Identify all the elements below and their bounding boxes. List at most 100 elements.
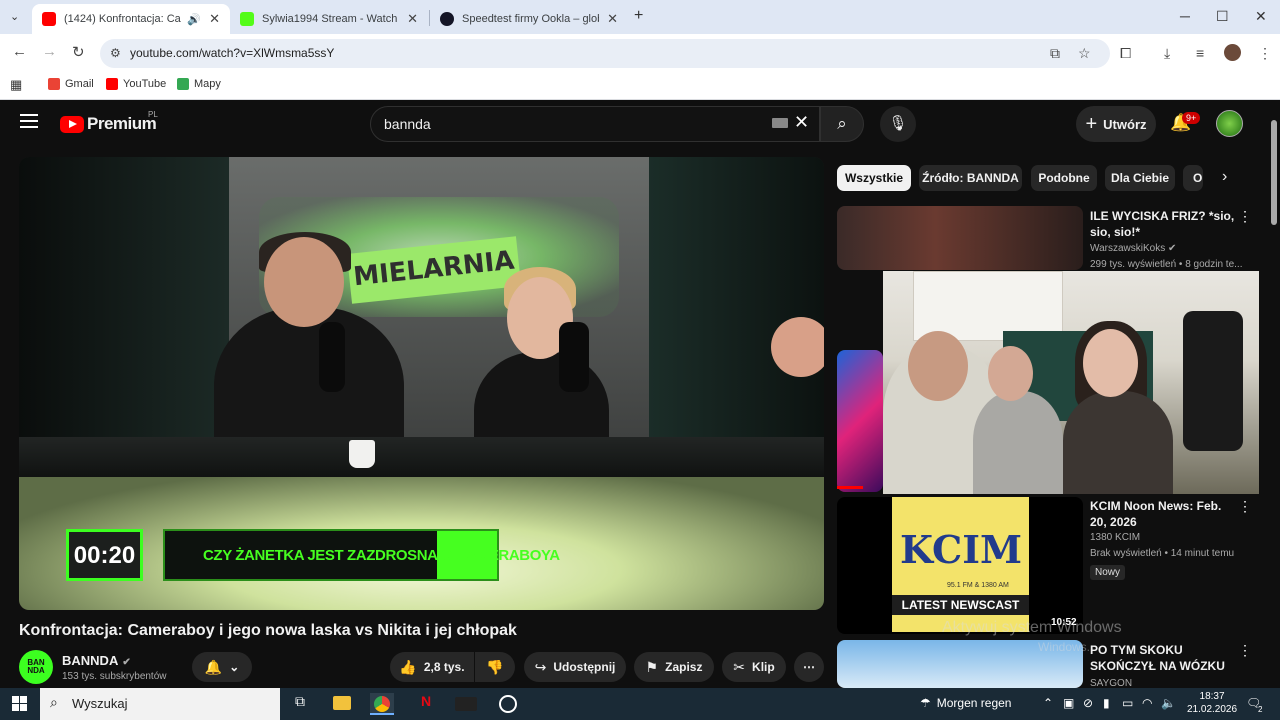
scrollbar-thumb[interactable] bbox=[1271, 120, 1277, 225]
chip-related[interactable]: Podobne bbox=[1031, 165, 1097, 191]
tab-speedtest[interactable]: Speedtest firmy Ookla – global ✕ bbox=[430, 4, 628, 34]
recommendation-title[interactable]: KCIM Noon News: Feb. 20, 2026 bbox=[1090, 498, 1240, 530]
reload-button[interactable]: ↻ bbox=[72, 43, 85, 61]
more-vertical-icon[interactable]: ⋮ bbox=[1238, 642, 1252, 659]
more-vertical-icon[interactable]: ⋮ bbox=[1238, 498, 1252, 515]
notifications-badge: 9+ bbox=[1182, 112, 1201, 124]
search-button[interactable]: ⌕ bbox=[820, 106, 864, 142]
profile-avatar[interactable] bbox=[1224, 44, 1241, 61]
tab-search-button[interactable]: ⌄ bbox=[10, 10, 19, 23]
bookmark-youtube[interactable]: YouTube bbox=[106, 78, 166, 90]
recommendation-channel[interactable]: 1380 KCIM bbox=[1090, 532, 1140, 543]
address-bar[interactable]: ⚙ youtube.com/watch?v=XlWmsma5ssY bbox=[100, 39, 1110, 68]
battery-icon[interactable]: ▭ bbox=[1122, 696, 1133, 710]
install-app-icon[interactable]: ⧉ bbox=[1050, 45, 1060, 62]
tab-close-icon[interactable]: ✕ bbox=[607, 11, 618, 27]
youtube-logo[interactable]: Premium PL bbox=[60, 110, 158, 134]
tab-close-icon[interactable]: ✕ bbox=[209, 11, 220, 27]
chip-all[interactable]: Wszystkie bbox=[837, 165, 911, 191]
bookmark-icon: ⚑ bbox=[645, 658, 659, 675]
recommendation-title[interactable]: ILE WYCISKA FRIZ? *sio, sio, sio!* bbox=[1090, 208, 1240, 240]
recommendation-channel[interactable]: WarszawskiKoks ✔ bbox=[1090, 243, 1176, 254]
usb-icon[interactable]: ▮ bbox=[1103, 696, 1110, 710]
more-vertical-icon[interactable]: ⋮ bbox=[1238, 208, 1252, 225]
channel-avatar[interactable]: BAN NDA bbox=[19, 650, 53, 684]
kick-favicon-icon bbox=[240, 12, 254, 26]
show-hidden-icons-icon[interactable]: ⌃ bbox=[1043, 696, 1053, 710]
close-window-button[interactable]: ✕ bbox=[1255, 8, 1267, 25]
forward-button[interactable]: → bbox=[42, 43, 57, 60]
file-explorer-icon[interactable] bbox=[330, 693, 354, 715]
hamburger-menu-icon[interactable] bbox=[20, 114, 38, 132]
notification-count: 2 bbox=[1258, 705, 1263, 714]
tray-app-icon[interactable]: ▣ bbox=[1063, 696, 1074, 710]
recommendation-title[interactable]: PO TYM SKOKU SKOŃCZYŁ NA WÓZKU bbox=[1090, 642, 1240, 674]
weather-widget[interactable]: ☂ Morgen regen bbox=[920, 696, 1011, 710]
clear-search-icon[interactable]: ✕ bbox=[794, 112, 809, 133]
minimize-button[interactable]: ─ bbox=[1180, 8, 1190, 24]
person-body bbox=[973, 391, 1063, 494]
share-button[interactable]: ↪ Udostępnij bbox=[524, 652, 626, 682]
taskbar-search-input[interactable]: ⌕ Wyszukaj bbox=[40, 688, 280, 720]
chip-more[interactable]: O bbox=[1183, 165, 1203, 191]
chip-for-you[interactable]: Dla Ciebie bbox=[1105, 165, 1175, 191]
keyboard-icon[interactable] bbox=[772, 118, 788, 128]
new-tab-button[interactable]: + bbox=[634, 7, 643, 25]
subscription-bell-button[interactable]: 🔔 ⌄ bbox=[192, 652, 252, 682]
recommendation-thumbnail[interactable] bbox=[837, 206, 1083, 270]
back-button[interactable]: ← bbox=[12, 43, 27, 60]
page-scrollbar[interactable] bbox=[1268, 100, 1280, 688]
search-icon: ⌕ bbox=[837, 114, 847, 133]
recommendation-meta: 299 tys. wyświetleń • 8 godzin te... bbox=[1090, 259, 1243, 270]
windows-activation-watermark: Aktywuj system Windows bbox=[942, 619, 1122, 636]
chrome-icon[interactable] bbox=[370, 693, 394, 715]
webcam-overlay bbox=[883, 271, 1259, 494]
maximize-button[interactable]: ☐ bbox=[1216, 8, 1229, 25]
channel-name[interactable]: BANNDA ✔ bbox=[62, 653, 131, 668]
chip-source[interactable]: Źródło: BANNDA bbox=[919, 165, 1022, 191]
clip-button[interactable]: ✂ Klip bbox=[722, 652, 786, 682]
video-player[interactable]: MIELARNIA 00:20 CZY ŻANETKA JEST ZAZDROS… bbox=[19, 157, 824, 610]
netflix-icon[interactable]: N bbox=[414, 693, 438, 715]
tab-close-icon[interactable]: ✕ bbox=[407, 11, 418, 27]
extensions-icon[interactable]: ⧠ bbox=[1120, 45, 1131, 62]
voice-search-button[interactable]: 🎙 bbox=[880, 106, 916, 142]
hand bbox=[771, 317, 824, 377]
person-head bbox=[988, 346, 1033, 401]
bookmark-star-icon[interactable]: ☆ bbox=[1078, 45, 1091, 62]
more-actions-button[interactable]: ⋯ bbox=[794, 652, 824, 682]
tray-app-icon[interactable]: ⊘ bbox=[1083, 696, 1093, 710]
tab-youtube[interactable]: (1424) Konfrontacja: Camer 🔊 ✕ bbox=[32, 4, 230, 34]
create-button[interactable]: + Utwórz bbox=[1076, 106, 1156, 142]
thumbs-down-icon: 👎 bbox=[486, 658, 504, 675]
person-head bbox=[908, 331, 968, 401]
dislike-button[interactable]: 👎 bbox=[475, 652, 515, 682]
tab-kick[interactable]: Sylwia1994 Stream - Watch Live ✕ bbox=[230, 4, 428, 34]
speaker-icon[interactable]: 🔊 bbox=[187, 13, 201, 26]
recommendation-thumbnail[interactable] bbox=[837, 350, 883, 492]
chevron-right-icon[interactable]: › bbox=[1222, 168, 1227, 186]
media-control-icon[interactable]: ≡ bbox=[1196, 45, 1204, 61]
studio-microphone bbox=[319, 322, 345, 392]
obs-icon[interactable] bbox=[454, 693, 478, 715]
site-info-icon[interactable]: ⚙ bbox=[110, 46, 121, 60]
verified-icon: ✔ bbox=[1167, 243, 1177, 254]
speedtest-icon[interactable] bbox=[496, 693, 520, 715]
more-horizontal-icon: ⋯ bbox=[803, 660, 815, 674]
download-icon[interactable]: ⤓ bbox=[1164, 45, 1170, 62]
taskbar-clock[interactable]: 18:37 21.02.2026 bbox=[1187, 690, 1237, 716]
account-avatar[interactable] bbox=[1216, 110, 1243, 137]
wifi-icon[interactable]: ◠ bbox=[1142, 696, 1152, 710]
youtube-favicon-icon bbox=[42, 12, 56, 26]
person-left-head bbox=[264, 237, 344, 327]
bookmark-gmail[interactable]: Gmail bbox=[48, 78, 94, 90]
save-button[interactable]: ⚑ Zapisz bbox=[634, 652, 714, 682]
like-button[interactable]: 👍 2,8 tys. bbox=[390, 652, 474, 682]
windows-start-icon[interactable] bbox=[12, 696, 28, 712]
volume-icon[interactable]: 🔈 bbox=[1161, 696, 1176, 710]
apps-grid-icon[interactable]: ▦ bbox=[10, 77, 22, 93]
bookmark-maps[interactable]: Mapy bbox=[177, 78, 221, 90]
menu-icon[interactable]: ⋮ bbox=[1258, 45, 1272, 62]
task-view-icon[interactable]: ⧉ bbox=[288, 693, 312, 715]
search-input[interactable]: bannda ✕ bbox=[370, 106, 820, 142]
